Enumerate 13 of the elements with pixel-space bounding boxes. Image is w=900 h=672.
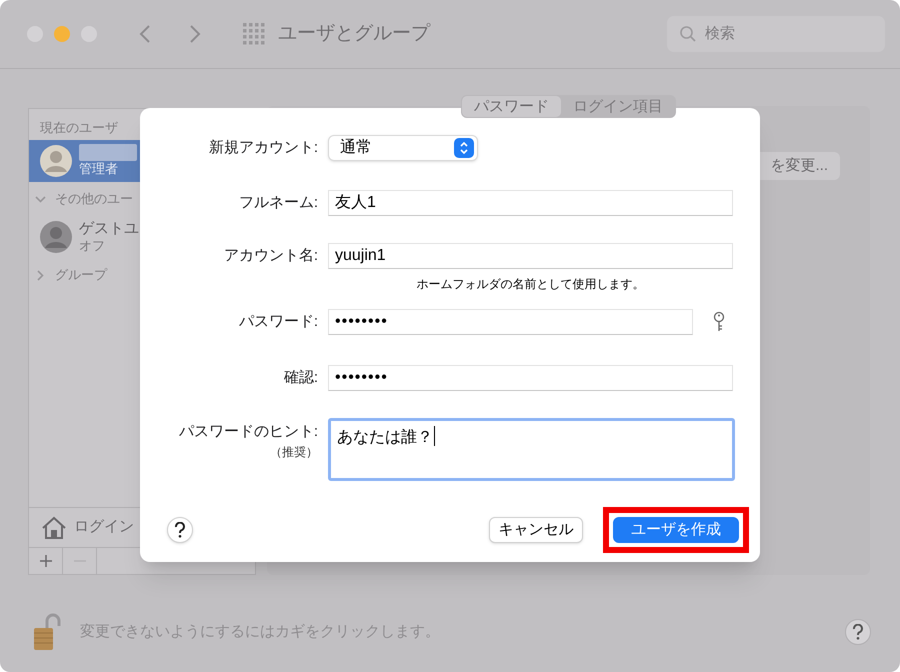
field-label: 確認: xyxy=(284,368,318,388)
user-name: ゲストユ xyxy=(79,220,139,238)
field-label: 新規アカウント: xyxy=(208,138,318,158)
field-note: ホームフォルダの名前として使用します。 xyxy=(416,276,646,292)
field-sublabel: （推奨） xyxy=(270,445,318,459)
window-title: ユーザとグループ xyxy=(278,22,430,46)
user-role: 管理者 xyxy=(79,161,119,178)
field-label: アカウント名: xyxy=(224,246,318,266)
section-header: 現在のユーザ xyxy=(39,119,119,137)
field-label: パスワード: xyxy=(238,312,318,332)
user-status: オフ xyxy=(79,238,106,254)
field-label: パスワードのヒント: xyxy=(178,422,318,442)
field-label: フルネーム: xyxy=(238,193,318,213)
